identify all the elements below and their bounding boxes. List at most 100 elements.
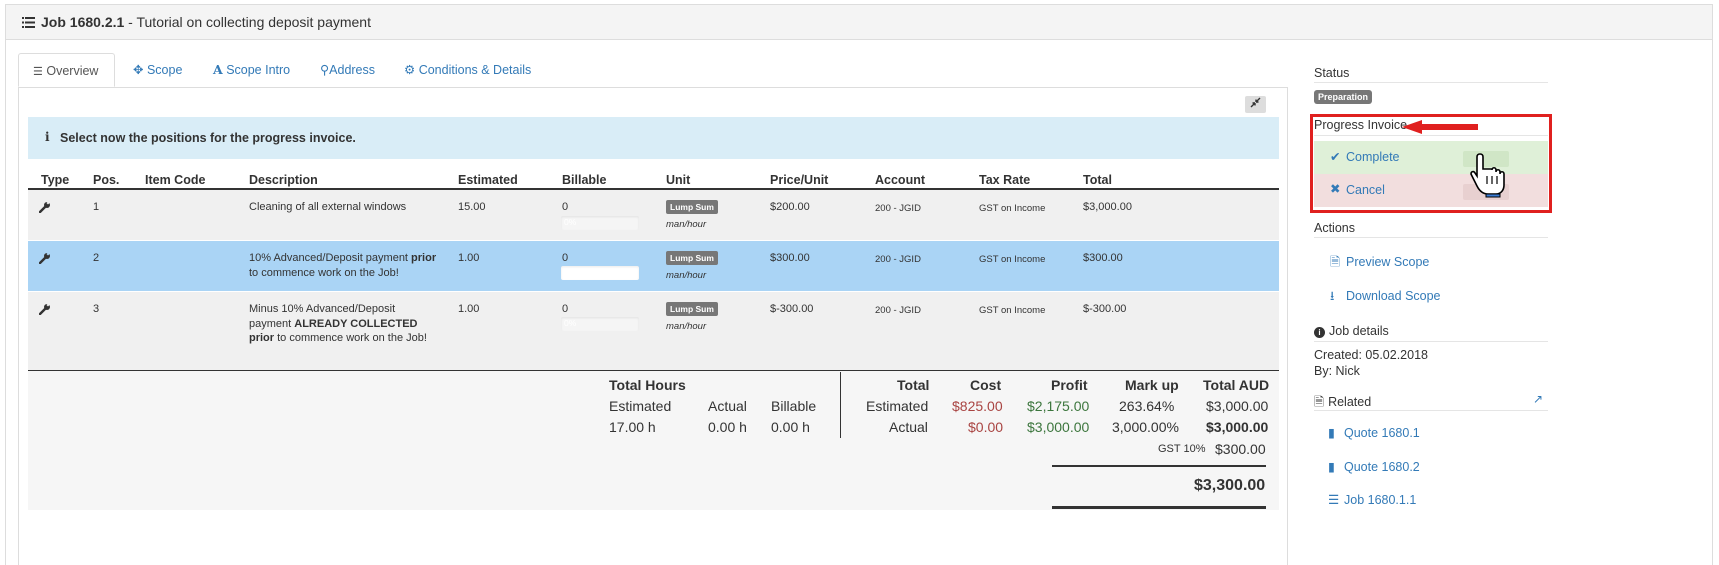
row-price: $200.00 [770,201,810,213]
created-date: Created: 05.02.2018 [1314,348,1428,362]
hours-estimated-header: Estimated [609,398,672,414]
status-badge: Preparation [1314,90,1373,104]
progress-bar: 0% [561,266,639,280]
tab-overview-label: Overview [46,64,99,78]
money-header-cost: Cost [970,377,1002,393]
compress-button[interactable] [1245,96,1266,113]
estimated-profit: $2,175.00 [1027,398,1090,414]
tab-scope-intro-label: Scope Intro [226,63,291,77]
progress-label: 0% [564,267,577,277]
related-link-job-1680-1-1[interactable]: ☰ Job 1680.1.1 [1328,492,1416,507]
money-header-markup: Mark up [1125,377,1179,393]
download-scope-link[interactable]: ⭳ Download Scope [1330,287,1441,308]
hours-actual-header: Actual [708,398,747,414]
money-header-profit: Profit [1051,377,1088,393]
tab-scope-label: Scope [146,63,183,77]
info-icon: i [45,130,50,144]
related-label: Related [1328,395,1372,409]
row-estimated: 1.00 [458,252,480,264]
grand-total-rule [1052,506,1266,509]
list-icon [22,17,35,28]
external-link-icon[interactable]: ↗ [1533,392,1543,406]
progress-bar: 0% [561,317,639,331]
unit-sub: man/hour [666,218,707,230]
job-details-header: i Job details [1314,324,1389,338]
status-label: Status [1314,66,1350,80]
related-link-quote-1680-2[interactable]: ▮ Quote 1680.2 [1328,459,1420,474]
arrow-left-icon [1402,120,1478,134]
unit-badge: Lump Sum [666,251,718,265]
row-unit: Lump Sum man/hour [666,251,718,283]
download-scope-label: Download Scope [1346,289,1441,303]
row-estimated: 15.00 [458,201,486,213]
table-row[interactable]: 3 Minus 10% Advanced/Deposit payment ALR… [28,292,1279,370]
info-alert: i Select now the positions for the progr… [28,117,1279,159]
tab-overview[interactable]: ☰ Overview [18,53,115,87]
tab-scope-intro[interactable]: A Scope Intro [213,53,290,87]
row-price: $300.00 [770,252,810,264]
preview-scope-label: Preview Scope [1346,255,1430,269]
row-unit: Lump Sum man/hour [666,200,718,232]
table-row-selected[interactable]: 2 10% Advanced/Deposit payment prior to … [28,241,1279,291]
col-header-price-unit: Price/Unit [770,173,829,187]
gst-value: $300.00 [1215,441,1266,457]
job-title: Tutorial on collecting deposit payment [136,14,371,30]
cogs-icon: ⚙ [404,63,416,77]
row-total: $-300.00 [1083,303,1127,315]
compress-icon [1250,97,1261,108]
col-header-pos: Pos. [93,173,120,187]
col-header-type: Type [41,173,70,187]
row-account: 200 - JGID [875,305,921,316]
info-circle-icon: i [1314,327,1325,338]
divider [1314,341,1548,342]
table-row[interactable]: 1 Cleaning of all external windows 15.00… [28,190,1279,240]
row-account: 200 - JGID [875,254,921,265]
row-total: $300.00 [1083,252,1123,264]
estimated-row-label: Estimated [866,398,929,414]
hand-pointer-icon [1470,153,1505,198]
divider [1314,237,1548,238]
wrench-icon [39,303,51,315]
job-number: Job 1680.2.1 [41,14,125,30]
download-icon: ⭳ [1330,289,1335,303]
col-header-account: Account [875,173,925,187]
tab-scope[interactable]: ✥ Scope [133,53,182,87]
actual-cost: $0.00 [968,419,1004,435]
row-billable[interactable]: 0 [562,200,568,215]
col-header-item-code: Item Code [145,173,206,187]
actions-label: Actions [1314,221,1355,235]
related-link-quote-1680-1[interactable]: ▮ Quote 1680.1 [1328,425,1420,440]
hours-billable-value: 0.00 h [771,419,810,435]
hours-billable-header: Billable [771,398,817,414]
row-billable[interactable]: 0 [562,251,568,266]
gst-label: GST 10% [1158,443,1206,455]
divider [1314,82,1548,83]
estimated-total: $3,000.00 [1206,398,1269,414]
created-by: By: Nick [1314,364,1360,378]
col-header-unit: Unit [666,173,691,187]
font-icon: A [213,62,223,77]
preview-scope-link[interactable]: 🗎 Preview Scope [1330,253,1429,274]
unit-badge: Lump Sum [666,302,718,316]
title-separator: - [124,14,137,30]
row-description: Cleaning of all external windows [249,201,407,213]
actual-profit: $3,000.00 [1027,419,1090,435]
related-link-label: Quote 1680.2 [1344,460,1420,474]
tab-conditions-details[interactable]: ⚙ Conditions & Details [404,53,531,87]
crosshairs-icon: ✥ [133,63,144,77]
grand-total: $3,300.00 [1194,477,1266,494]
unit-badge: Lump Sum [666,200,718,214]
row-billable[interactable]: 0 [562,302,568,317]
col-header-estimated: Estimated [458,173,518,187]
hours-actual-value: 0.00 h [708,419,747,435]
file-pdf-icon: 🗎 [1330,255,1341,269]
actual-markup: 3,000.00% [1112,419,1179,435]
job-details-label: Job details [1329,324,1389,338]
tab-address[interactable]: ⚲Address [320,53,375,87]
money-header-total-aud: Total AUD [1203,377,1270,393]
subtotal-rule [1052,465,1266,467]
unit-sub: man/hour [666,320,707,332]
file-icon: ▮ [1328,460,1335,474]
row-description: Minus 10% Advanced/Deposit payment ALREA… [249,303,427,344]
related-link-label: Quote 1680.1 [1344,426,1420,440]
